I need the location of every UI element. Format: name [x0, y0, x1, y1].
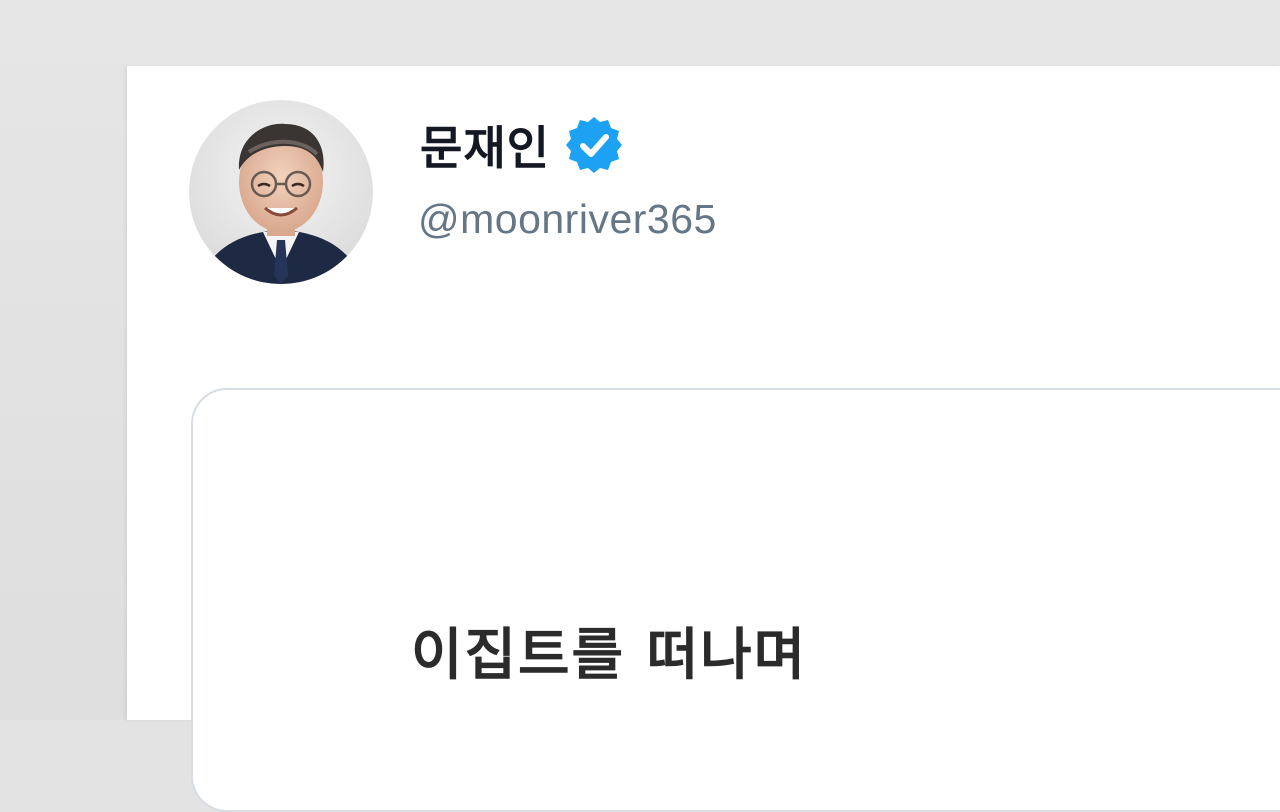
author-avatar[interactable] [189, 100, 373, 284]
avatar-portrait-image [189, 100, 373, 284]
author-handle[interactable]: @moonriver365 [418, 196, 717, 243]
link-preview-title: 이집트를 떠나며 [411, 623, 808, 688]
verified-badge-icon [565, 117, 622, 173]
tweet-card: 문재인 @moonriver365 이집트를 떠나며 [127, 66, 1280, 812]
author-display-name[interactable]: 문재인 [420, 112, 550, 178]
link-preview-card[interactable]: 이집트를 떠나며 [191, 388, 1280, 812]
author-name-row[interactable]: 문재인 [420, 110, 626, 180]
